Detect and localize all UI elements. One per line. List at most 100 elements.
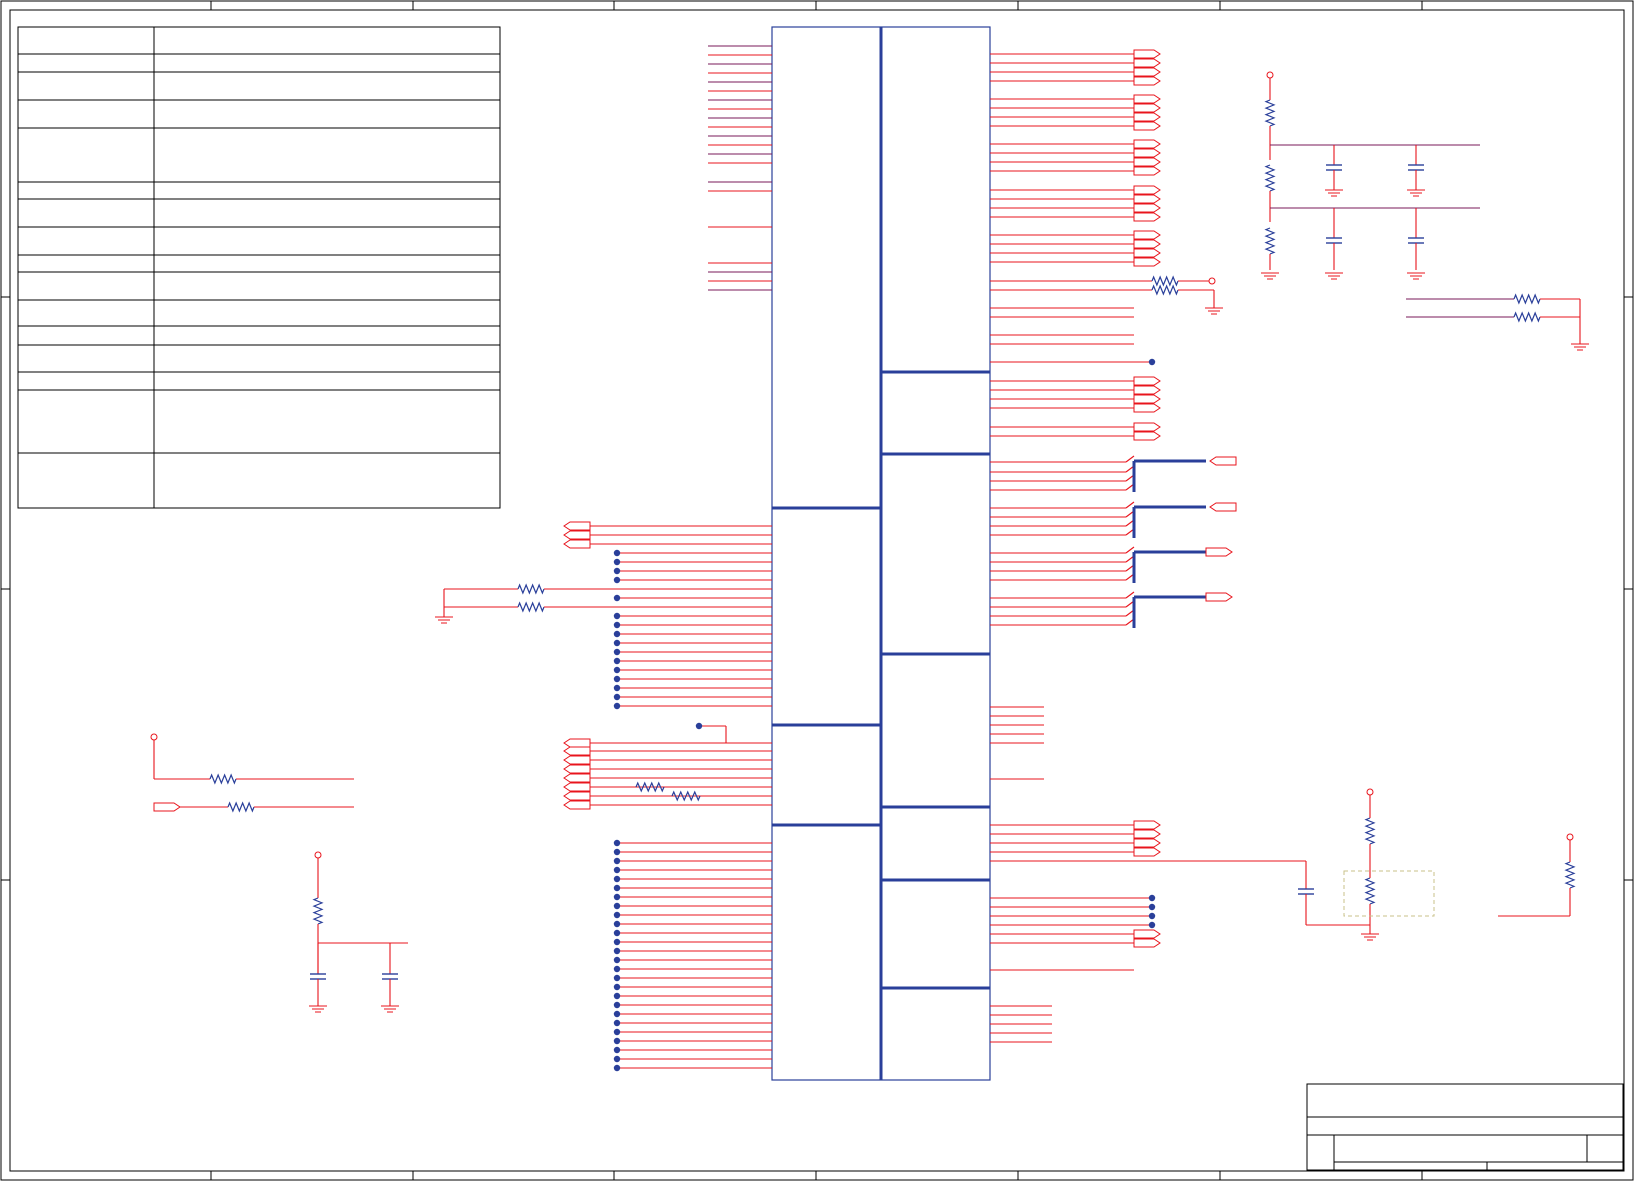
junction-dot [613,929,621,937]
off-page-port [1205,547,1233,557]
off-page-port [1133,847,1161,857]
revision-table [17,26,501,509]
off-page-port [1133,194,1161,204]
junction-dot [613,630,621,638]
main-ic [771,26,991,1081]
junction-dot [613,612,621,620]
junction-dot [613,875,621,883]
junction-dot [613,1064,621,1072]
off-page-port [1133,376,1161,386]
resistor [1264,99,1276,127]
resistor [1513,311,1541,323]
junction-dot [613,920,621,928]
schematic-sheet [0,0,1634,1181]
off-page-port [563,764,591,774]
dnp-outline [1343,870,1435,917]
off-page-port [1133,938,1161,948]
junction-dot [613,1055,621,1063]
junction-dot [613,675,621,683]
off-page-port [1133,157,1161,167]
junction-dot [613,684,621,692]
power-flag [150,733,158,741]
off-page-port [563,521,591,531]
off-page-port [1133,829,1161,839]
junction-dot [613,956,621,964]
resistor [1564,861,1576,889]
junction-dot [1148,903,1156,911]
resistor [1264,164,1276,192]
off-page-port [1133,203,1161,213]
junction-dot [1148,358,1156,366]
off-page-port [1133,121,1161,131]
resistor [1151,275,1179,287]
junction-dot [613,983,621,991]
off-page-port [1133,76,1161,86]
junction-dot [613,974,621,982]
junction-dot [613,1046,621,1054]
off-page-port [1209,502,1237,512]
junction-dot [613,1028,621,1036]
off-page-port [153,802,181,812]
junction-dot [613,866,621,874]
junction-dot [613,1001,621,1009]
sheet-border [0,0,1634,1181]
junction-dot [1148,912,1156,920]
resistor [227,801,255,813]
junction-dot [613,902,621,910]
junction-dot [613,567,621,575]
junction-dot [695,722,703,730]
junction-dot [613,992,621,1000]
power-flag [1208,277,1216,285]
junction-dot [613,702,621,710]
off-page-port [563,755,591,765]
off-page-port [1133,239,1161,249]
resistor [1364,877,1376,905]
power-flag [314,851,322,859]
resistor [1364,817,1376,845]
off-page-port [1133,148,1161,158]
junction-dot [613,857,621,865]
junction-dot [613,848,621,856]
junction-dot [613,666,621,674]
junction-dot [1148,921,1156,929]
off-page-port [1133,49,1161,59]
junction-dot [613,938,621,946]
off-page-port [1133,94,1161,104]
off-page-port [563,738,591,748]
junction-dot [613,1037,621,1045]
off-page-port [1133,166,1161,176]
off-page-port [1133,257,1161,267]
junction-dot [613,1019,621,1027]
junction-dot [613,648,621,656]
power-flag [1366,788,1374,796]
junction-dot [613,657,621,665]
off-page-port [563,782,591,792]
junction-dot [613,621,621,629]
off-page-port [1133,422,1161,432]
off-page-port [1133,820,1161,830]
resistor [517,601,545,613]
off-page-port [1133,248,1161,258]
off-page-port [1133,394,1161,404]
junction-dot [613,549,621,557]
resistor-capacitor-networks [150,71,1589,1013]
resistor [517,583,545,595]
off-page-port [1133,431,1161,441]
junction-dot [613,884,621,892]
junction-dot [1148,894,1156,902]
right-signal-wires [990,49,1306,1043]
junction-dot [613,893,621,901]
off-page-port [563,530,591,540]
off-page-port [1133,112,1161,122]
off-page-port [563,539,591,549]
power-flag [1566,833,1574,841]
junction-dots [613,358,1156,1072]
off-page-port [1133,103,1161,113]
resistor [1513,293,1541,305]
resistor [1151,284,1179,296]
off-page-port [1133,929,1161,939]
off-page-port [1133,385,1161,395]
off-page-port [1133,185,1161,195]
junction-dot [613,693,621,701]
off-page-port [563,800,591,810]
